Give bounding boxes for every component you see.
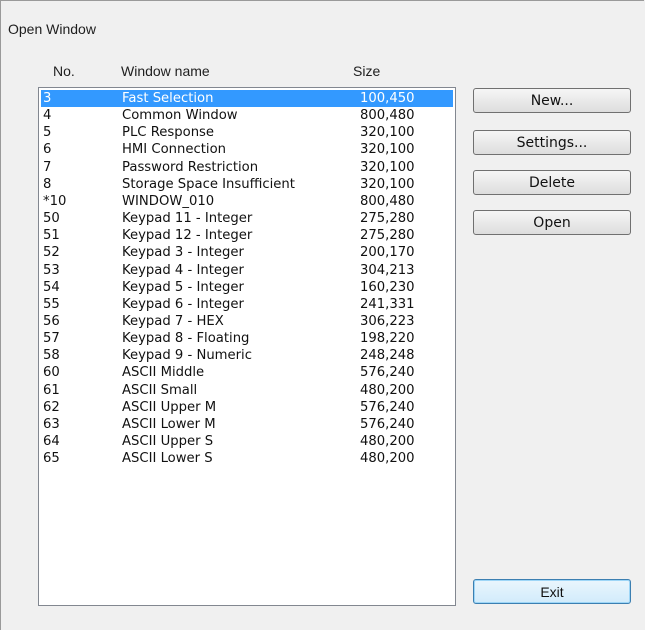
list-item-size: 306,223 (360, 313, 415, 329)
list-item-size: 320,100 (360, 159, 415, 175)
window-list[interactable]: 3 Fast Selection 100,450 4 Common Window 800,… (38, 87, 456, 606)
list-item-no: 61 (43, 382, 60, 398)
list-item-no: 54 (43, 279, 60, 295)
list-item-no: 64 (43, 434, 60, 449)
list-item-no: 4 (43, 108, 52, 124)
list-item[interactable]: 64 ASCII Upper S 480,200 (41, 433, 453, 450)
list-item-no: 52 (43, 245, 60, 261)
list-item-name: ASCII Middle (122, 365, 205, 381)
list-item-name: PLC Response (122, 125, 215, 141)
list-item-size: 800,480 (360, 108, 415, 124)
list-item[interactable]: 55 Keypad 6 - Integer 241,331 (41, 296, 453, 313)
list-item-no: 63 (43, 416, 60, 432)
list-item-size: 100,450 (360, 91, 415, 106)
list-item-size: 248,248 (360, 348, 415, 364)
dialog-title: Open Window (8, 21, 96, 37)
list-item[interactable]: 6 HMI Connection 320,100 (41, 141, 453, 158)
list-item[interactable]: 51 Keypad 12 - Integer 275,280 (41, 227, 453, 244)
list-item-name: HMI Connection (122, 142, 226, 158)
list-item[interactable]: 60 ASCII Middle 576,240 (41, 364, 453, 381)
list-item-name: Keypad 9 - Numeric (122, 348, 252, 364)
list-item-no: 6 (43, 142, 52, 158)
list-item-size: 576,240 (360, 365, 415, 381)
list-item-name: Password Restriction (122, 159, 259, 175)
exit-button[interactable]: Exit (473, 579, 631, 604)
list-item-size: 480,200 (360, 382, 415, 398)
list-item-no: 57 (43, 331, 60, 347)
list-item[interactable]: 52 Keypad 3 - Integer 200,170 (41, 244, 453, 261)
list-item-size: 275,280 (360, 211, 415, 227)
list-item[interactable]: 50 Keypad 11 - Integer 275,280 (41, 210, 453, 227)
list-item-no: 62 (43, 399, 60, 415)
list-item-size: 800,480 (360, 193, 415, 209)
list-item-no: 58 (43, 348, 60, 364)
list-item-no: 3 (43, 91, 52, 106)
list-item-name: Common Window (122, 108, 238, 124)
list-item-no: 50 (43, 211, 60, 227)
list-item-size: 304,213 (360, 262, 415, 278)
list-item[interactable]: 61 ASCII Small 480,200 (41, 382, 453, 399)
list-item-size: 576,240 (360, 399, 415, 415)
open-button[interactable]: Open (473, 210, 631, 235)
list-item[interactable]: 3 Fast Selection 100,450 (41, 90, 453, 107)
list-item-size: 480,200 (360, 434, 415, 449)
list-item-no: 53 (43, 262, 60, 278)
list-item-size: 320,100 (360, 176, 415, 192)
list-item-name: Keypad 3 - Integer (122, 245, 244, 261)
delete-button[interactable]: Delete (473, 170, 631, 195)
list-item-no: 5 (43, 125, 52, 141)
list-item-name: Keypad 12 - Integer (122, 228, 253, 244)
list-item-no: 8 (43, 176, 52, 192)
column-header-no: No. (53, 63, 75, 79)
open-window-dialog: Open Window No. Window name Size 3 Fast S… (0, 0, 644, 630)
settings-button[interactable]: Settings... (473, 130, 631, 155)
list-item-size: 480,200 (360, 451, 415, 467)
list-item[interactable]: 58 Keypad 9 - Numeric 248,248 (41, 347, 453, 364)
list-item-name: Keypad 6 - Integer (122, 296, 244, 312)
list-item-name: Keypad 5 - Integer (122, 279, 244, 295)
column-header-window-name: Window name (121, 63, 210, 79)
list-item[interactable]: 8 Storage Space Insufficient 320,100 (41, 176, 453, 193)
list-item-name: Keypad 4 - Integer (122, 262, 244, 278)
list-item-name: Keypad 8 - Floating (122, 331, 250, 347)
list-item[interactable]: 53 Keypad 4 - Integer 304,213 (41, 262, 453, 279)
list-item-name: Keypad 7 - HEX (122, 313, 224, 329)
list-item-name: ASCII Upper S (122, 434, 214, 449)
list-item-size: 576,240 (360, 416, 415, 432)
list-item-no: 65 (43, 451, 60, 467)
list-item[interactable]: 7 Password Restriction 320,100 (41, 159, 453, 176)
list-item-name: ASCII Lower M (122, 416, 216, 432)
list-item-name: ASCII Lower S (122, 451, 213, 467)
list-item-no: *10 (43, 193, 67, 209)
list-item-name: WINDOW_010 (122, 193, 215, 209)
list-item-name: ASCII Upper M (122, 399, 217, 415)
list-item-size: 320,100 (360, 125, 415, 141)
list-item[interactable]: 63 ASCII Lower M 576,240 (41, 416, 453, 433)
list-item[interactable]: 56 Keypad 7 - HEX 306,223 (41, 313, 453, 330)
list-item-no: 51 (43, 228, 60, 244)
list-item[interactable]: 5 PLC Response 320,100 (41, 124, 453, 141)
list-item[interactable]: 57 Keypad 8 - Floating 198,220 (41, 330, 453, 347)
list-item-size: 160,230 (360, 279, 415, 295)
column-header-size: Size (353, 63, 381, 79)
list-item-no: 56 (43, 313, 60, 329)
list-item[interactable]: 62 ASCII Upper M 576,240 (41, 399, 453, 416)
list-item-no: 60 (43, 365, 60, 381)
list-item-size: 275,280 (360, 228, 415, 244)
new-button[interactable]: New... (473, 88, 631, 113)
list-item-size: 198,220 (360, 331, 415, 347)
list-item-size: 320,100 (360, 142, 415, 158)
list-item-name: Keypad 11 - Integer (122, 211, 253, 227)
list-item-size: 241,331 (360, 296, 415, 312)
list-item-name: ASCII Small (122, 382, 198, 398)
list-item[interactable]: *10 WINDOW_010 800,480 (41, 193, 453, 210)
list-item[interactable]: 65 ASCII Lower S 480,200 (41, 450, 453, 467)
list-item-no: 55 (43, 296, 60, 312)
list-item-no: 7 (43, 159, 52, 175)
list-item-name: Storage Space Insufficient (122, 176, 295, 192)
list-item-size: 200,170 (360, 245, 415, 261)
list-item[interactable]: 4 Common Window 800,480 (41, 107, 453, 124)
list-item-name: Fast Selection (122, 91, 214, 106)
list-item[interactable]: 54 Keypad 5 - Integer 160,230 (41, 279, 453, 296)
